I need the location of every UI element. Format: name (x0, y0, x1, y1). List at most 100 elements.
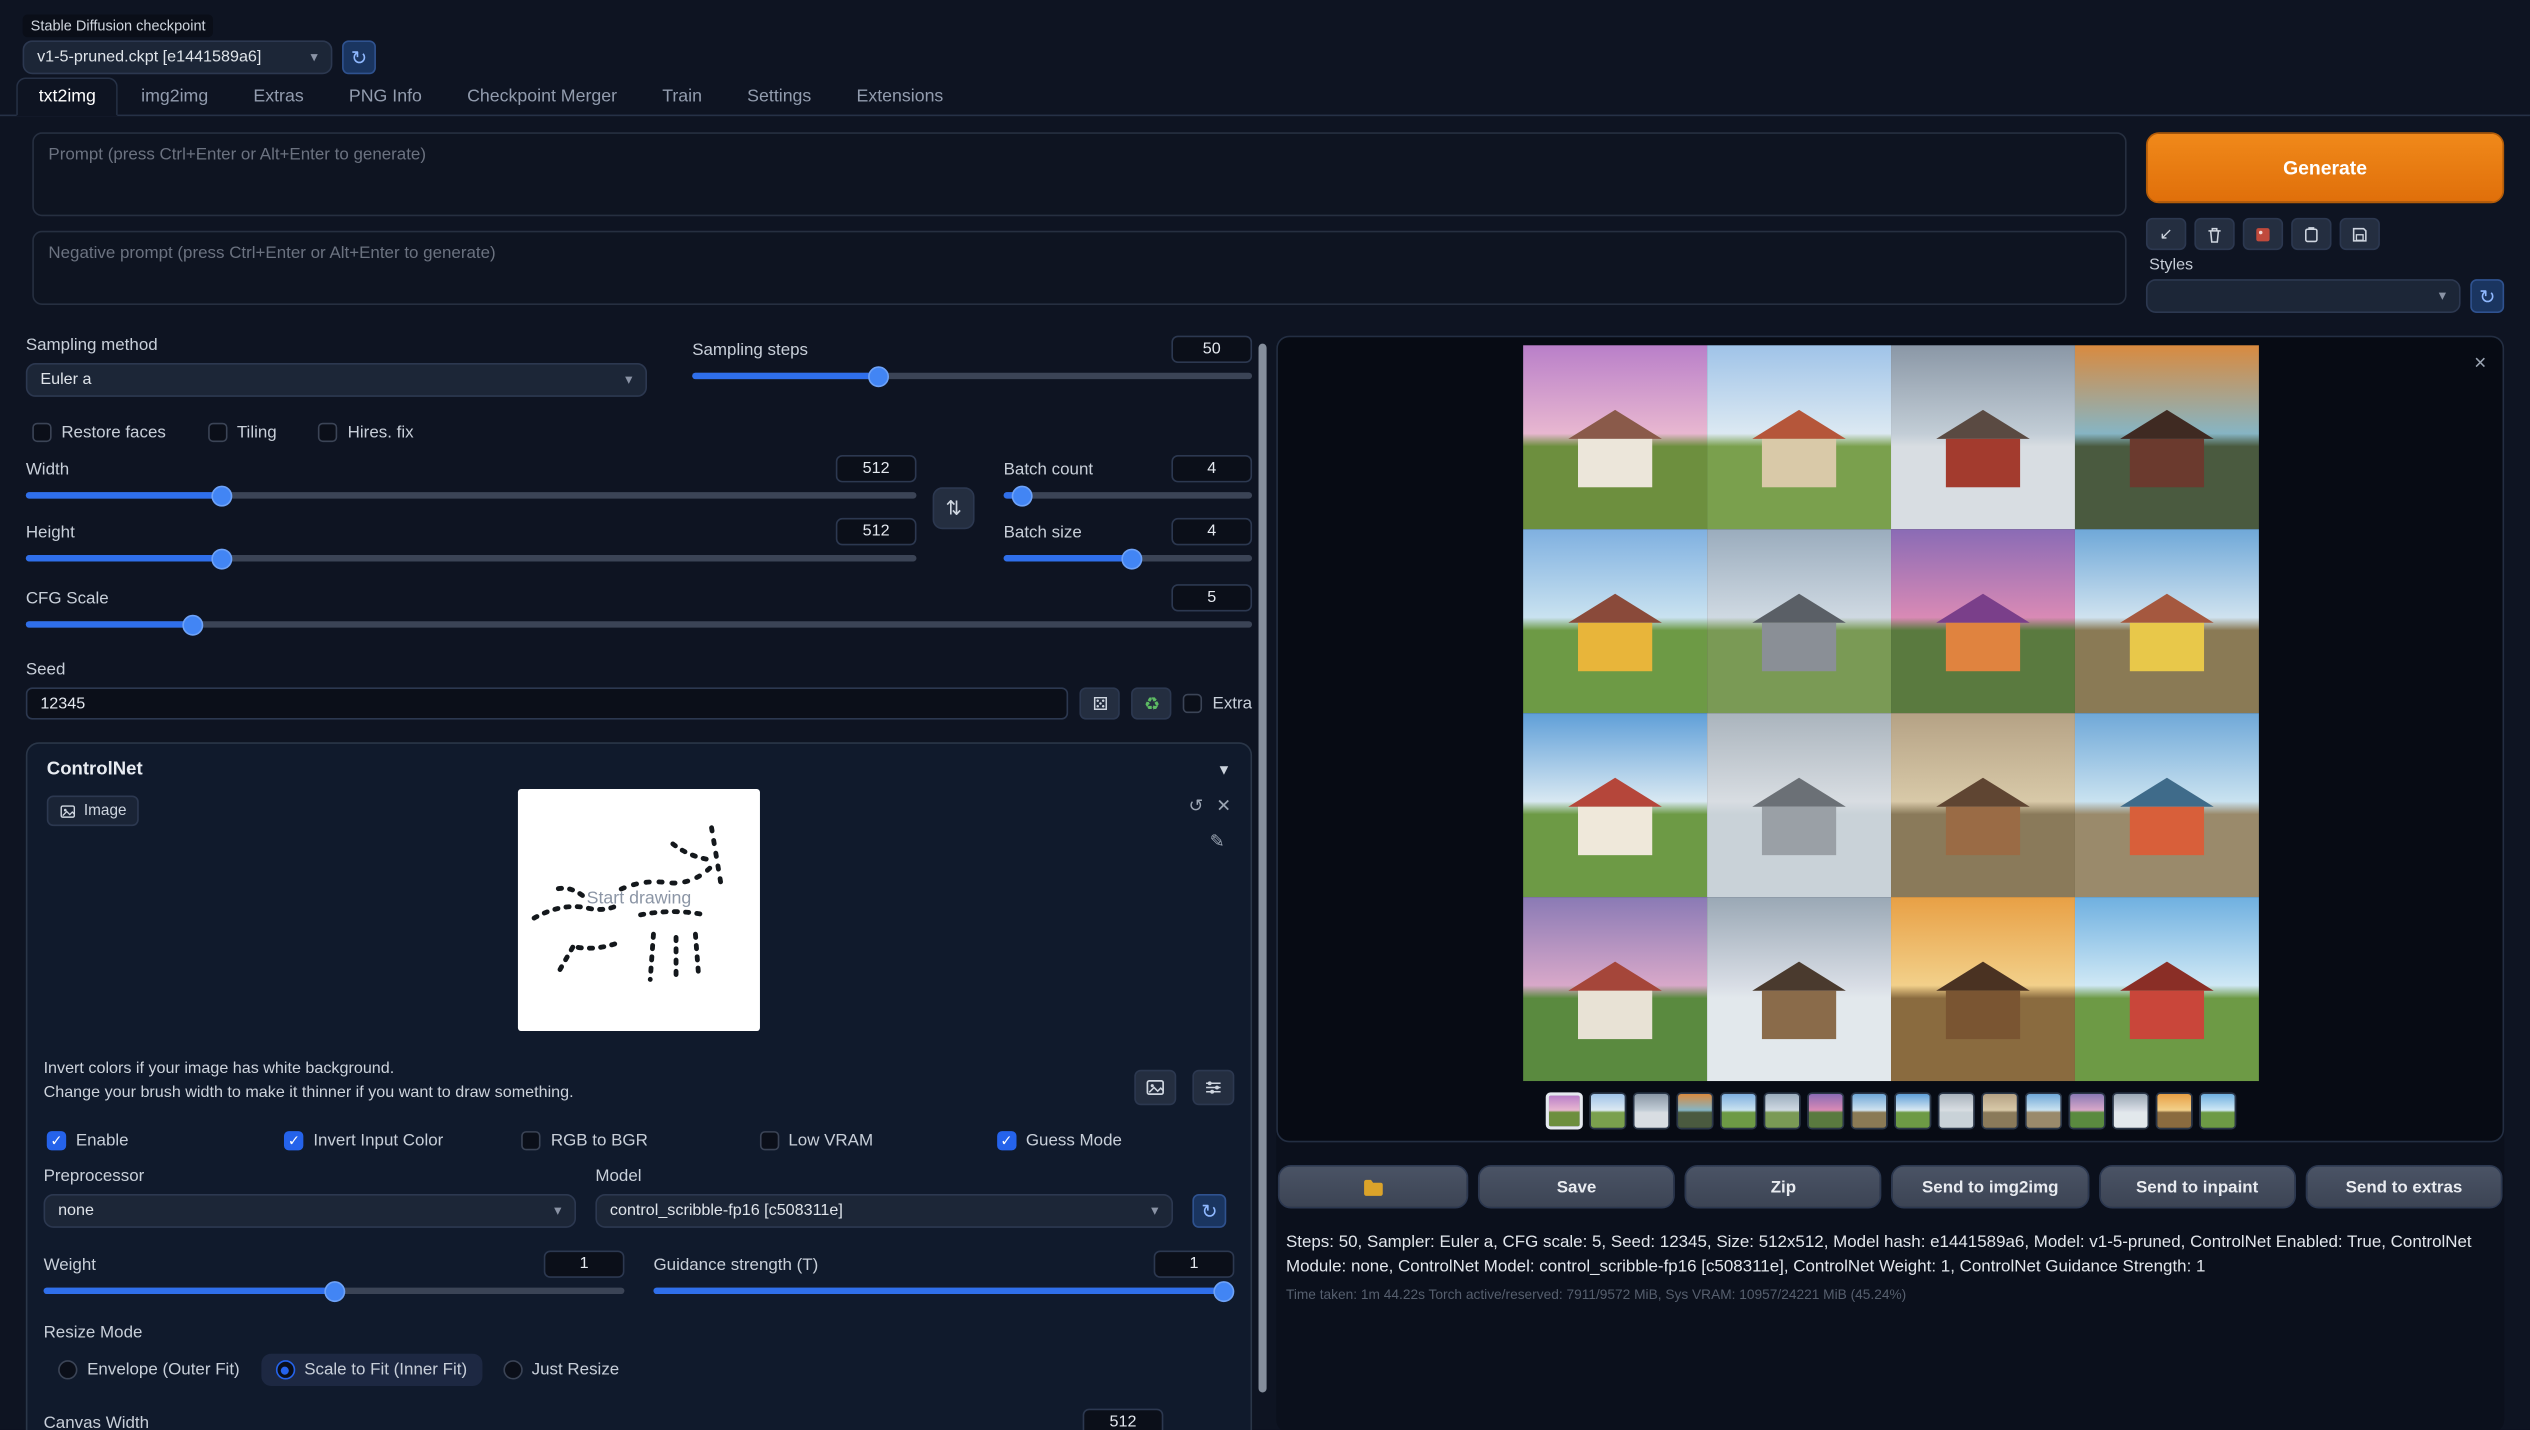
random-seed-button[interactable]: ⚄ (1080, 687, 1120, 719)
gallery-image-1[interactable] (1522, 345, 1706, 529)
clear-prompt-button[interactable] (2194, 218, 2234, 250)
resize-just-resize-radio[interactable]: Just Resize (488, 1354, 634, 1386)
gallery-thumbnail-8[interactable] (1850, 1092, 1887, 1129)
swap-width-height-button[interactable]: ⇅ (933, 487, 975, 529)
zip-button[interactable]: Zip (1685, 1165, 1882, 1209)
clear-canvas-icon[interactable]: ✕ (1216, 795, 1231, 816)
gallery-image-3[interactable] (1890, 345, 2074, 529)
gallery-thumbnail-15[interactable] (2155, 1092, 2192, 1129)
gallery-thumbnail-4[interactable] (1676, 1092, 1713, 1129)
tab-settings[interactable]: Settings (725, 77, 834, 116)
cfg-scale-slider[interactable] (26, 621, 1252, 627)
tab-extensions[interactable]: Extensions (834, 77, 966, 116)
gallery-image-13[interactable] (1522, 897, 1706, 1081)
seed-extra-checkbox[interactable]: Extra (1183, 694, 1252, 713)
open-folder-button[interactable] (1278, 1165, 1468, 1209)
controlnet-image-tab[interactable]: Image (47, 795, 140, 826)
gallery-image-9[interactable] (1522, 713, 1706, 897)
gallery-image-5[interactable] (1522, 529, 1706, 713)
batch-size-input[interactable] (1171, 518, 1252, 545)
negative-prompt-input[interactable] (32, 231, 2126, 305)
refresh-models-button[interactable]: ↻ (1192, 1194, 1226, 1228)
gallery-image-7[interactable] (1890, 529, 2074, 713)
batch-count-input[interactable] (1171, 455, 1252, 482)
hires-fix-checkbox[interactable]: Hires. fix (319, 423, 414, 442)
gallery-thumbnail-1[interactable] (1545, 1092, 1582, 1129)
undo-icon[interactable]: ↺ (1188, 795, 1203, 816)
styles-dropdown[interactable]: ▾ (2146, 279, 2461, 313)
gallery-thumbnail-9[interactable] (1893, 1092, 1930, 1129)
save-style-button[interactable] (2340, 218, 2380, 250)
tab-train[interactable]: Train (640, 77, 725, 116)
upload-image-button[interactable] (1134, 1070, 1176, 1105)
gallery-image-15[interactable] (1890, 897, 2074, 1081)
refresh-styles-button[interactable]: ↻ (2470, 279, 2504, 313)
width-slider[interactable] (26, 492, 917, 498)
batch-count-slider[interactable] (1004, 492, 1252, 498)
sampling-steps-input[interactable] (1171, 336, 1252, 363)
gallery-thumbnail-5[interactable] (1719, 1092, 1756, 1129)
tab-png-info[interactable]: PNG Info (326, 77, 444, 116)
apply-style-button[interactable] (2291, 218, 2331, 250)
guidance-strength-slider[interactable] (653, 1288, 1234, 1294)
canvas-width-input[interactable] (1083, 1409, 1164, 1430)
gallery-image-10[interactable] (1706, 713, 1890, 897)
gallery-thumbnail-14[interactable] (2111, 1092, 2148, 1129)
gallery-thumbnail-7[interactable] (1806, 1092, 1843, 1129)
sampling-steps-slider[interactable] (692, 373, 1252, 379)
send-to-extras-button[interactable]: Send to extras (2305, 1165, 2502, 1209)
gallery-image-6[interactable] (1706, 529, 1890, 713)
height-input[interactable] (836, 518, 917, 545)
restore-faces-checkbox[interactable]: Restore faces (32, 423, 166, 442)
brush-icon[interactable]: ✎ (1210, 831, 1225, 852)
sampling-method-dropdown[interactable]: Euler a ▾ (26, 363, 647, 397)
brush-width-button[interactable] (1192, 1070, 1234, 1105)
height-slider[interactable] (26, 555, 917, 561)
left-scrollbar[interactable] (1259, 344, 1267, 1393)
extra-networks-button[interactable] (2243, 218, 2283, 250)
gallery-image-8[interactable] (2074, 529, 2258, 713)
checkpoint-dropdown[interactable]: v1-5-pruned.ckpt [e1441589a6] ▾ (23, 40, 333, 74)
gallery-thumbnail-13[interactable] (2068, 1092, 2105, 1129)
gallery-thumbnail-11[interactable] (1981, 1092, 2018, 1129)
paste-button[interactable]: ↙ (2146, 218, 2186, 250)
gallery-image-14[interactable] (1706, 897, 1890, 1081)
resize-envelope-radio[interactable]: Envelope (Outer Fit) (44, 1354, 255, 1386)
reuse-seed-button[interactable]: ♻ (1132, 687, 1172, 719)
preprocessor-dropdown[interactable]: none ▾ (44, 1194, 576, 1228)
send-to-inpaint-button[interactable]: Send to inpaint (2099, 1165, 2296, 1209)
gallery-image-2[interactable] (1706, 345, 1890, 529)
seed-input[interactable] (26, 687, 1069, 719)
tiling-checkbox[interactable]: Tiling (208, 423, 277, 442)
tab-checkpoint-merger[interactable]: Checkpoint Merger (444, 77, 639, 116)
gallery-thumbnail-12[interactable] (2024, 1092, 2061, 1129)
send-to-img2img-button[interactable]: Send to img2img (1892, 1165, 2089, 1209)
rgb-to-bgr-checkbox[interactable]: RGB to BGR (522, 1131, 760, 1150)
prompt-input[interactable] (32, 132, 2126, 216)
batch-size-slider[interactable] (1004, 555, 1252, 561)
controlnet-weight-slider[interactable] (44, 1288, 625, 1294)
invert-input-color-checkbox[interactable]: Invert Input Color (284, 1131, 522, 1150)
gallery-thumbnail-3[interactable] (1632, 1092, 1669, 1129)
gallery-image-11[interactable] (1890, 713, 2074, 897)
resize-scale-to-fit-radio[interactable]: Scale to Fit (Inner Fit) (261, 1354, 482, 1386)
controlnet-header[interactable]: ControlNet ▼ (44, 757, 1235, 789)
tab-img2img[interactable]: img2img (119, 77, 231, 116)
refresh-checkpoint-button[interactable]: ↻ (342, 40, 376, 74)
tab-extras[interactable]: Extras (231, 77, 326, 116)
gallery-image-12[interactable] (2074, 713, 2258, 897)
controlnet-enable-checkbox[interactable]: Enable (47, 1131, 284, 1150)
gallery-thumbnail-2[interactable] (1588, 1092, 1625, 1129)
controlnet-weight-input[interactable] (544, 1250, 625, 1277)
low-vram-checkbox[interactable]: Low VRAM (759, 1131, 997, 1150)
gallery-thumbnail-6[interactable] (1763, 1092, 1800, 1129)
width-input[interactable] (836, 455, 917, 482)
gallery-thumbnail-16[interactable] (2198, 1092, 2235, 1129)
guess-mode-checkbox[interactable]: Guess Mode (997, 1131, 1234, 1150)
close-gallery-icon[interactable]: × (2474, 350, 2486, 374)
gallery-image-4[interactable] (2074, 345, 2258, 529)
gallery-thumbnail-10[interactable] (1937, 1092, 1974, 1129)
save-button[interactable]: Save (1478, 1165, 1675, 1209)
tab-txt2img[interactable]: txt2img (16, 77, 118, 116)
gallery-image-16[interactable] (2074, 897, 2258, 1081)
